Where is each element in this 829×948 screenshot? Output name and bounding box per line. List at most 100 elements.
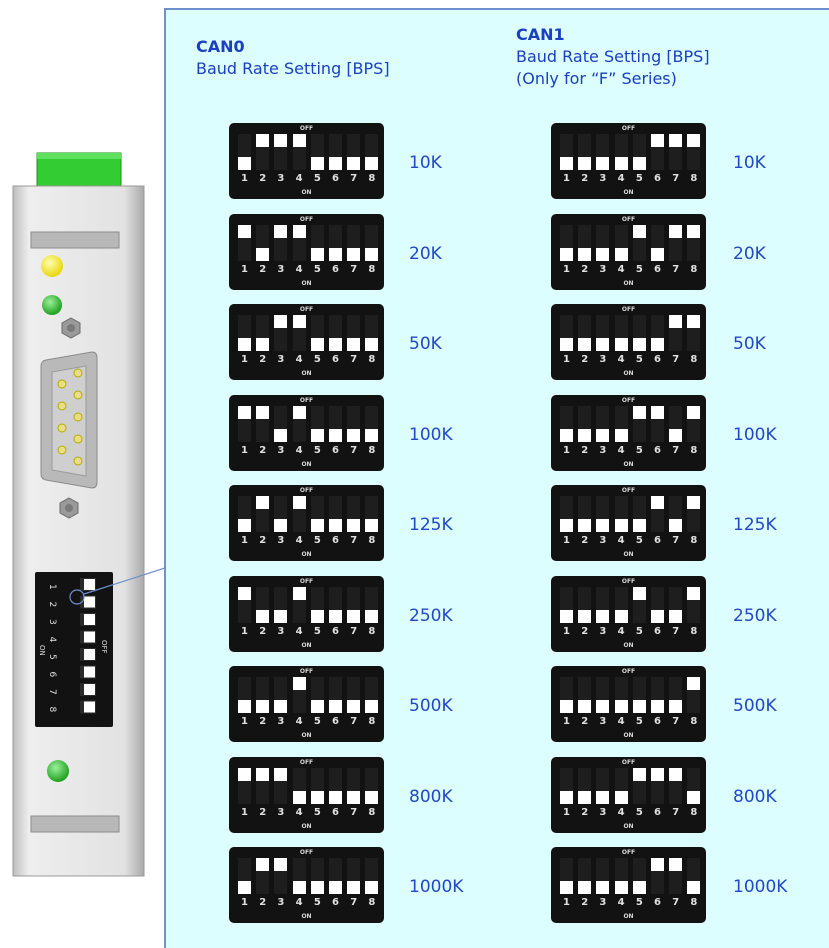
dip-slot: [669, 768, 683, 804]
dip-knob-off: [292, 134, 306, 147]
dip-knob-on: [614, 429, 628, 442]
dip-slot: [329, 406, 342, 442]
dip-switch-can1: OFF 1 2 3 4 5 6 7 8 ON: [551, 395, 706, 471]
dip-number: 5: [313, 445, 321, 456]
dip-slot: [651, 406, 664, 442]
dip-knob-on: [596, 157, 610, 170]
dip-knob-off: [256, 768, 270, 781]
dip-number: 3: [599, 626, 607, 637]
dip-number: 6: [654, 626, 661, 637]
device-dip-number: 5: [47, 654, 57, 660]
dip-knob-on: [274, 519, 288, 532]
dip-knob-off: [632, 406, 646, 419]
dip-knob-off: [687, 315, 701, 328]
dip-slot: [651, 768, 664, 804]
dip-slot: [365, 768, 379, 804]
device-dip-number: 2: [47, 602, 57, 608]
dip-slot: [596, 315, 610, 351]
dip-number: 3: [277, 354, 285, 365]
dip-switch-can0: OFF 1 2 3 4 5 6 7 8 ON: [229, 395, 384, 471]
dip-number: 7: [672, 354, 680, 365]
dip-slot: [632, 315, 646, 351]
dip-switch-can1: OFF 1 2 3 4 5 6 7 8 ON: [551, 214, 706, 290]
dip-number: 6: [654, 807, 661, 818]
dip-knob-on: [596, 881, 610, 894]
dip-knob-on: [238, 700, 251, 713]
dip-number: 5: [313, 626, 321, 637]
dip-knob-off: [292, 406, 306, 419]
dip-switch-can1: OFF 1 2 3 4 5 6 7 8 ON: [551, 485, 706, 561]
dip-on-label: ON: [301, 642, 312, 649]
dip-number: 6: [332, 897, 339, 908]
dip-knob-on: [614, 338, 628, 351]
dip-slot: [596, 496, 610, 532]
dip-slot: [578, 858, 592, 894]
dip-knob-on: [596, 700, 610, 713]
dip-slot: [347, 496, 361, 532]
dip-slot: [669, 406, 683, 442]
dip-number: 7: [672, 716, 680, 727]
device-dip-knob: [84, 596, 95, 608]
dip-slot: [292, 406, 306, 442]
dip-number: 7: [672, 445, 680, 456]
dip-number: 4: [617, 173, 625, 184]
can0-title: CAN0: [196, 37, 245, 56]
dip-number: 4: [617, 716, 625, 727]
dip-number: 6: [654, 354, 661, 365]
dip-number: 8: [690, 807, 698, 818]
dip-slot: [632, 406, 646, 442]
dip-slot: [651, 587, 664, 623]
dip-number: 5: [635, 445, 643, 456]
dip-off-label: OFF: [621, 125, 636, 132]
dip-knob-off: [274, 225, 288, 238]
dip-number: 4: [617, 354, 625, 365]
dip-slot: [596, 858, 610, 894]
dip-slot: [310, 406, 324, 442]
baud-label-can0: 800K: [409, 787, 453, 807]
dip-slot: [256, 677, 270, 713]
dip-number: 6: [332, 716, 339, 727]
dip-switch-can0: OFF 1 2 3 4 5 6 7 8 ON: [229, 757, 384, 833]
dip-knob-on: [632, 700, 646, 713]
dip-knob-on: [596, 610, 610, 623]
dip-knob-on: [669, 429, 683, 442]
dip-knob-on: [310, 429, 324, 442]
dip-knob-on: [578, 610, 592, 623]
dip-knob-on: [329, 610, 342, 623]
dip-on-label: ON: [623, 189, 634, 196]
dip-slot: [632, 496, 646, 532]
dip-number: 8: [690, 173, 698, 184]
dip-off-label: OFF: [299, 849, 314, 856]
dip-slot: [256, 496, 270, 532]
dip-number: 2: [581, 626, 589, 637]
dip-slot: [365, 315, 379, 351]
dip-slot: [310, 315, 324, 351]
dip-knob-off: [292, 225, 306, 238]
dip-slot: [292, 677, 306, 713]
dip-slot: [560, 225, 573, 261]
device-dip-knob: [84, 666, 95, 678]
dip-knob-on: [651, 610, 664, 623]
dip-off-label: OFF: [621, 216, 636, 223]
dip-knob-off: [687, 134, 701, 147]
dip-number: 7: [350, 264, 358, 275]
dip-knob-on: [669, 519, 683, 532]
can1-note: (Only for “F” Series): [516, 69, 677, 88]
dip-slot: [329, 587, 342, 623]
dip-knob-off: [632, 768, 646, 781]
dip-on-label: ON: [623, 370, 634, 377]
dip-slot: [238, 134, 251, 170]
dip-slot: [614, 496, 628, 532]
dip-slot: [651, 225, 664, 261]
dip-slot: [632, 858, 646, 894]
dip-number: 6: [332, 535, 339, 546]
dip-knob-on: [578, 248, 592, 261]
dip-slot: [329, 677, 342, 713]
dip-slot: [329, 315, 342, 351]
dip-on-label: ON: [623, 642, 634, 649]
dip-number: 1: [241, 807, 248, 818]
dip-knob-on: [596, 248, 610, 261]
dip-number: 5: [313, 354, 321, 365]
dip-number: 2: [259, 626, 267, 637]
dip-number: 6: [332, 354, 339, 365]
